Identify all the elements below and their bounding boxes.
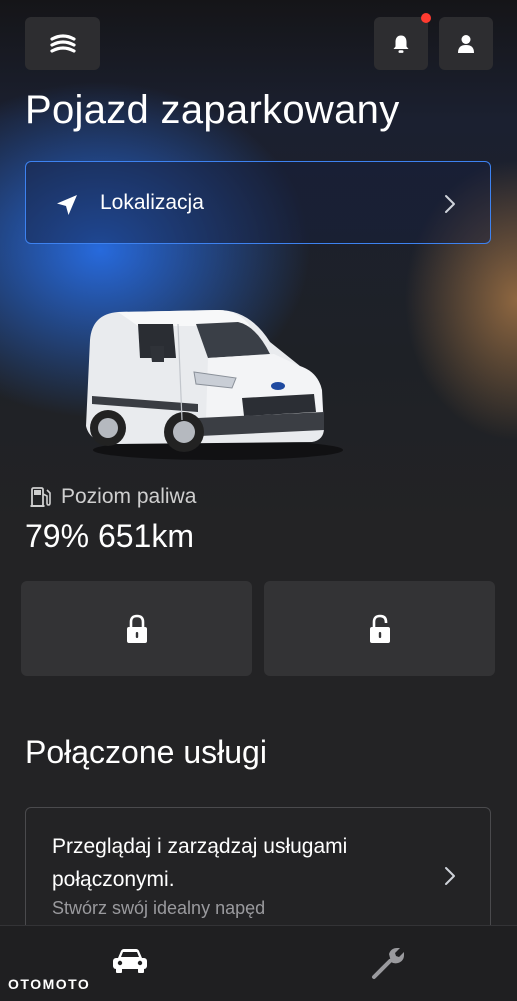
- user-icon: [458, 34, 474, 53]
- watermark: OTOMOTO: [8, 976, 91, 992]
- chevron-right-icon: [445, 195, 455, 213]
- fuel-pump-icon: [30, 487, 51, 507]
- fuel-values: 79% 651km: [25, 518, 194, 554]
- lock-open-icon: [369, 614, 390, 643]
- notification-dot: [421, 13, 431, 23]
- bell-icon: [393, 35, 409, 53]
- car-icon[interactable]: [110, 948, 150, 974]
- navigation-arrow-icon: [57, 195, 77, 215]
- services-card-subtitle: Stwórz swój idealny napęd: [52, 898, 266, 918]
- chevron-right-icon: [445, 867, 455, 885]
- lock-closed-icon: [126, 614, 147, 643]
- vehicle-image: [86, 310, 343, 460]
- services-card-title: Przeglądaj i zarządzaj usługami połączon…: [52, 835, 348, 891]
- lock-button[interactable]: [21, 581, 252, 676]
- page-title: Pojazd zaparkowany: [25, 88, 400, 132]
- section-title: Połączone usługi: [25, 734, 267, 770]
- fuel-label: Poziom paliwa: [61, 485, 197, 508]
- fuel-level-row: Poziom paliwa: [29, 485, 196, 509]
- notifications-button[interactable]: [374, 13, 431, 70]
- location-label: Lokalizacja: [100, 191, 204, 214]
- wrench-icon[interactable]: [370, 945, 406, 981]
- location-card[interactable]: Lokalizacja: [25, 161, 491, 244]
- menu-stack-icon: [49, 33, 76, 53]
- profile-button[interactable]: [439, 17, 493, 70]
- menu-button[interactable]: [25, 17, 100, 70]
- unlock-button[interactable]: [264, 581, 495, 676]
